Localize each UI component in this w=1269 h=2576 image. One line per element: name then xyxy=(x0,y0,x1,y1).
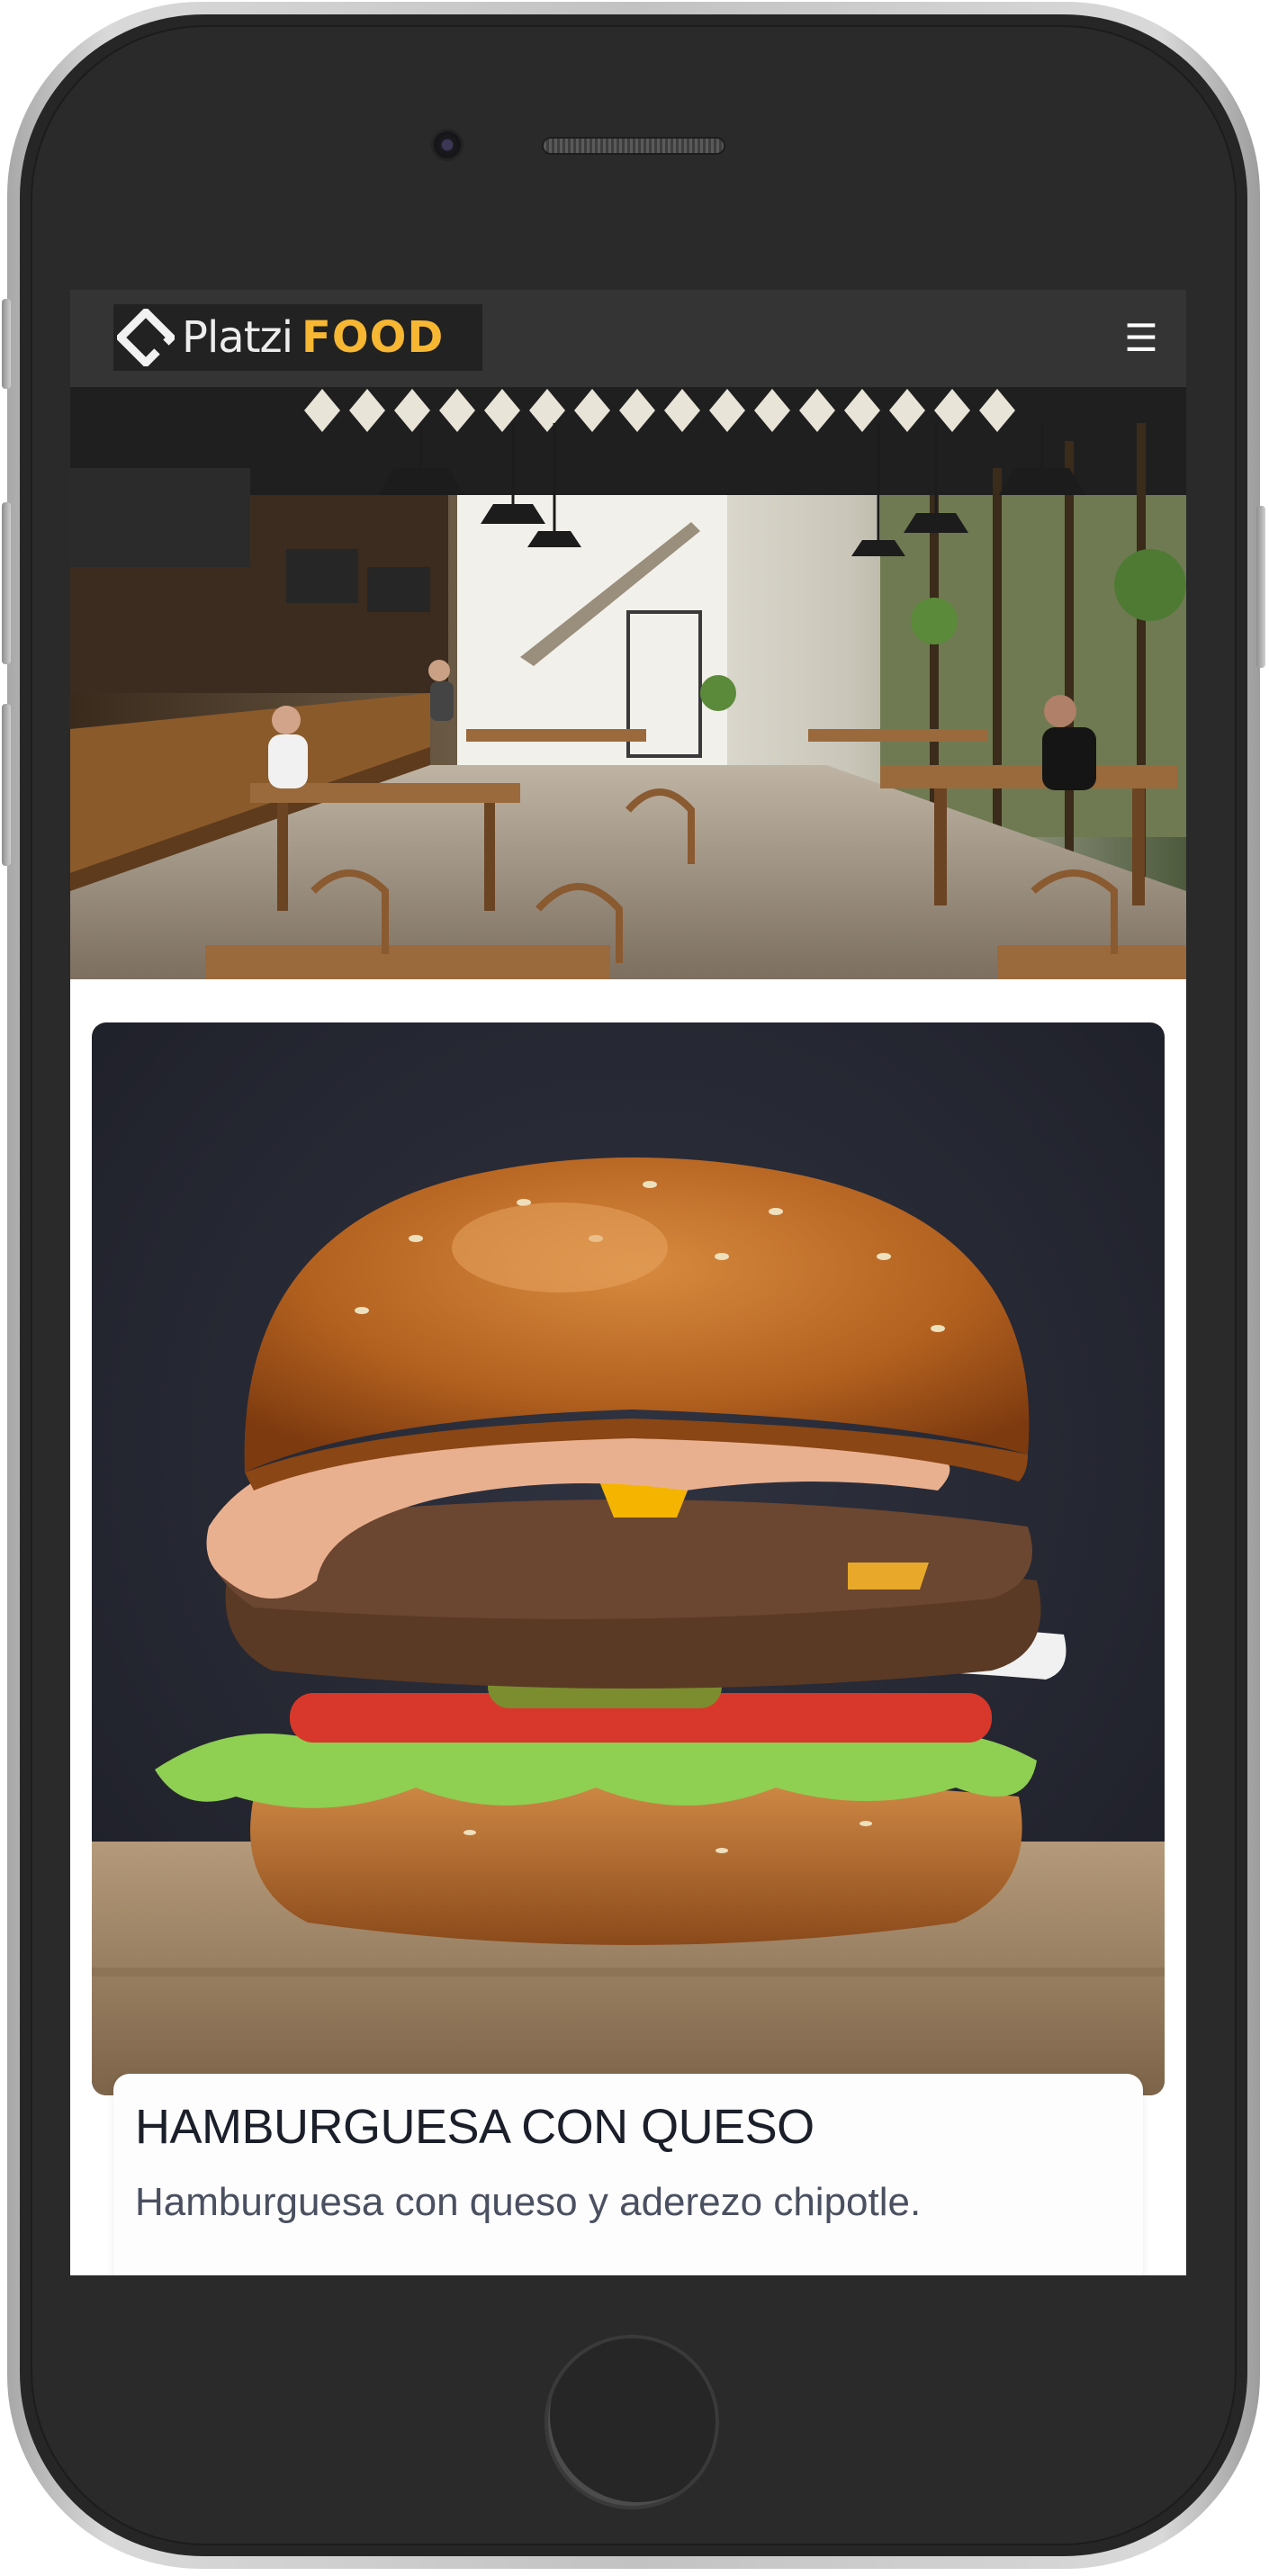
product-card-body: HAMBURGUESA CON QUESO Hamburguesa con qu… xyxy=(113,2074,1143,2275)
product-image xyxy=(92,1022,1165,2095)
platzi-logo-icon xyxy=(117,309,175,366)
product-description: Hamburguesa con queso y aderezo chipotle… xyxy=(135,2180,922,2224)
product-card[interactable]: HAMBURGUESA CON QUESO Hamburguesa con qu… xyxy=(92,1022,1165,2275)
power-button xyxy=(1256,506,1265,668)
device-mockup: Platzi FOOD ☰ HAMBURGUESA CON QUESO Hamb… xyxy=(0,0,1269,2576)
logo-text-platzi: Platzi xyxy=(182,312,293,363)
volume-down-button xyxy=(2,704,11,866)
hamburger-menu-icon[interactable]: ☰ xyxy=(1123,320,1159,357)
hero-image xyxy=(70,387,1186,979)
earpiece-speaker xyxy=(544,139,724,153)
phone-screen: Platzi FOOD ☰ HAMBURGUESA CON QUESO Hamb… xyxy=(70,290,1186,2275)
front-camera xyxy=(434,131,461,158)
restaurant-interior-image xyxy=(70,387,1186,979)
home-button[interactable] xyxy=(544,2335,719,2509)
volume-up-button xyxy=(2,502,11,664)
platzi-food-logo[interactable]: Platzi FOOD xyxy=(113,304,482,371)
logo-text-food: FOOD xyxy=(302,312,445,363)
navbar: Platzi FOOD ☰ xyxy=(70,290,1186,387)
cheeseburger-image xyxy=(92,1022,1165,2095)
mute-switch xyxy=(2,299,11,389)
product-title: HAMBURGUESA CON QUESO xyxy=(135,2100,814,2154)
